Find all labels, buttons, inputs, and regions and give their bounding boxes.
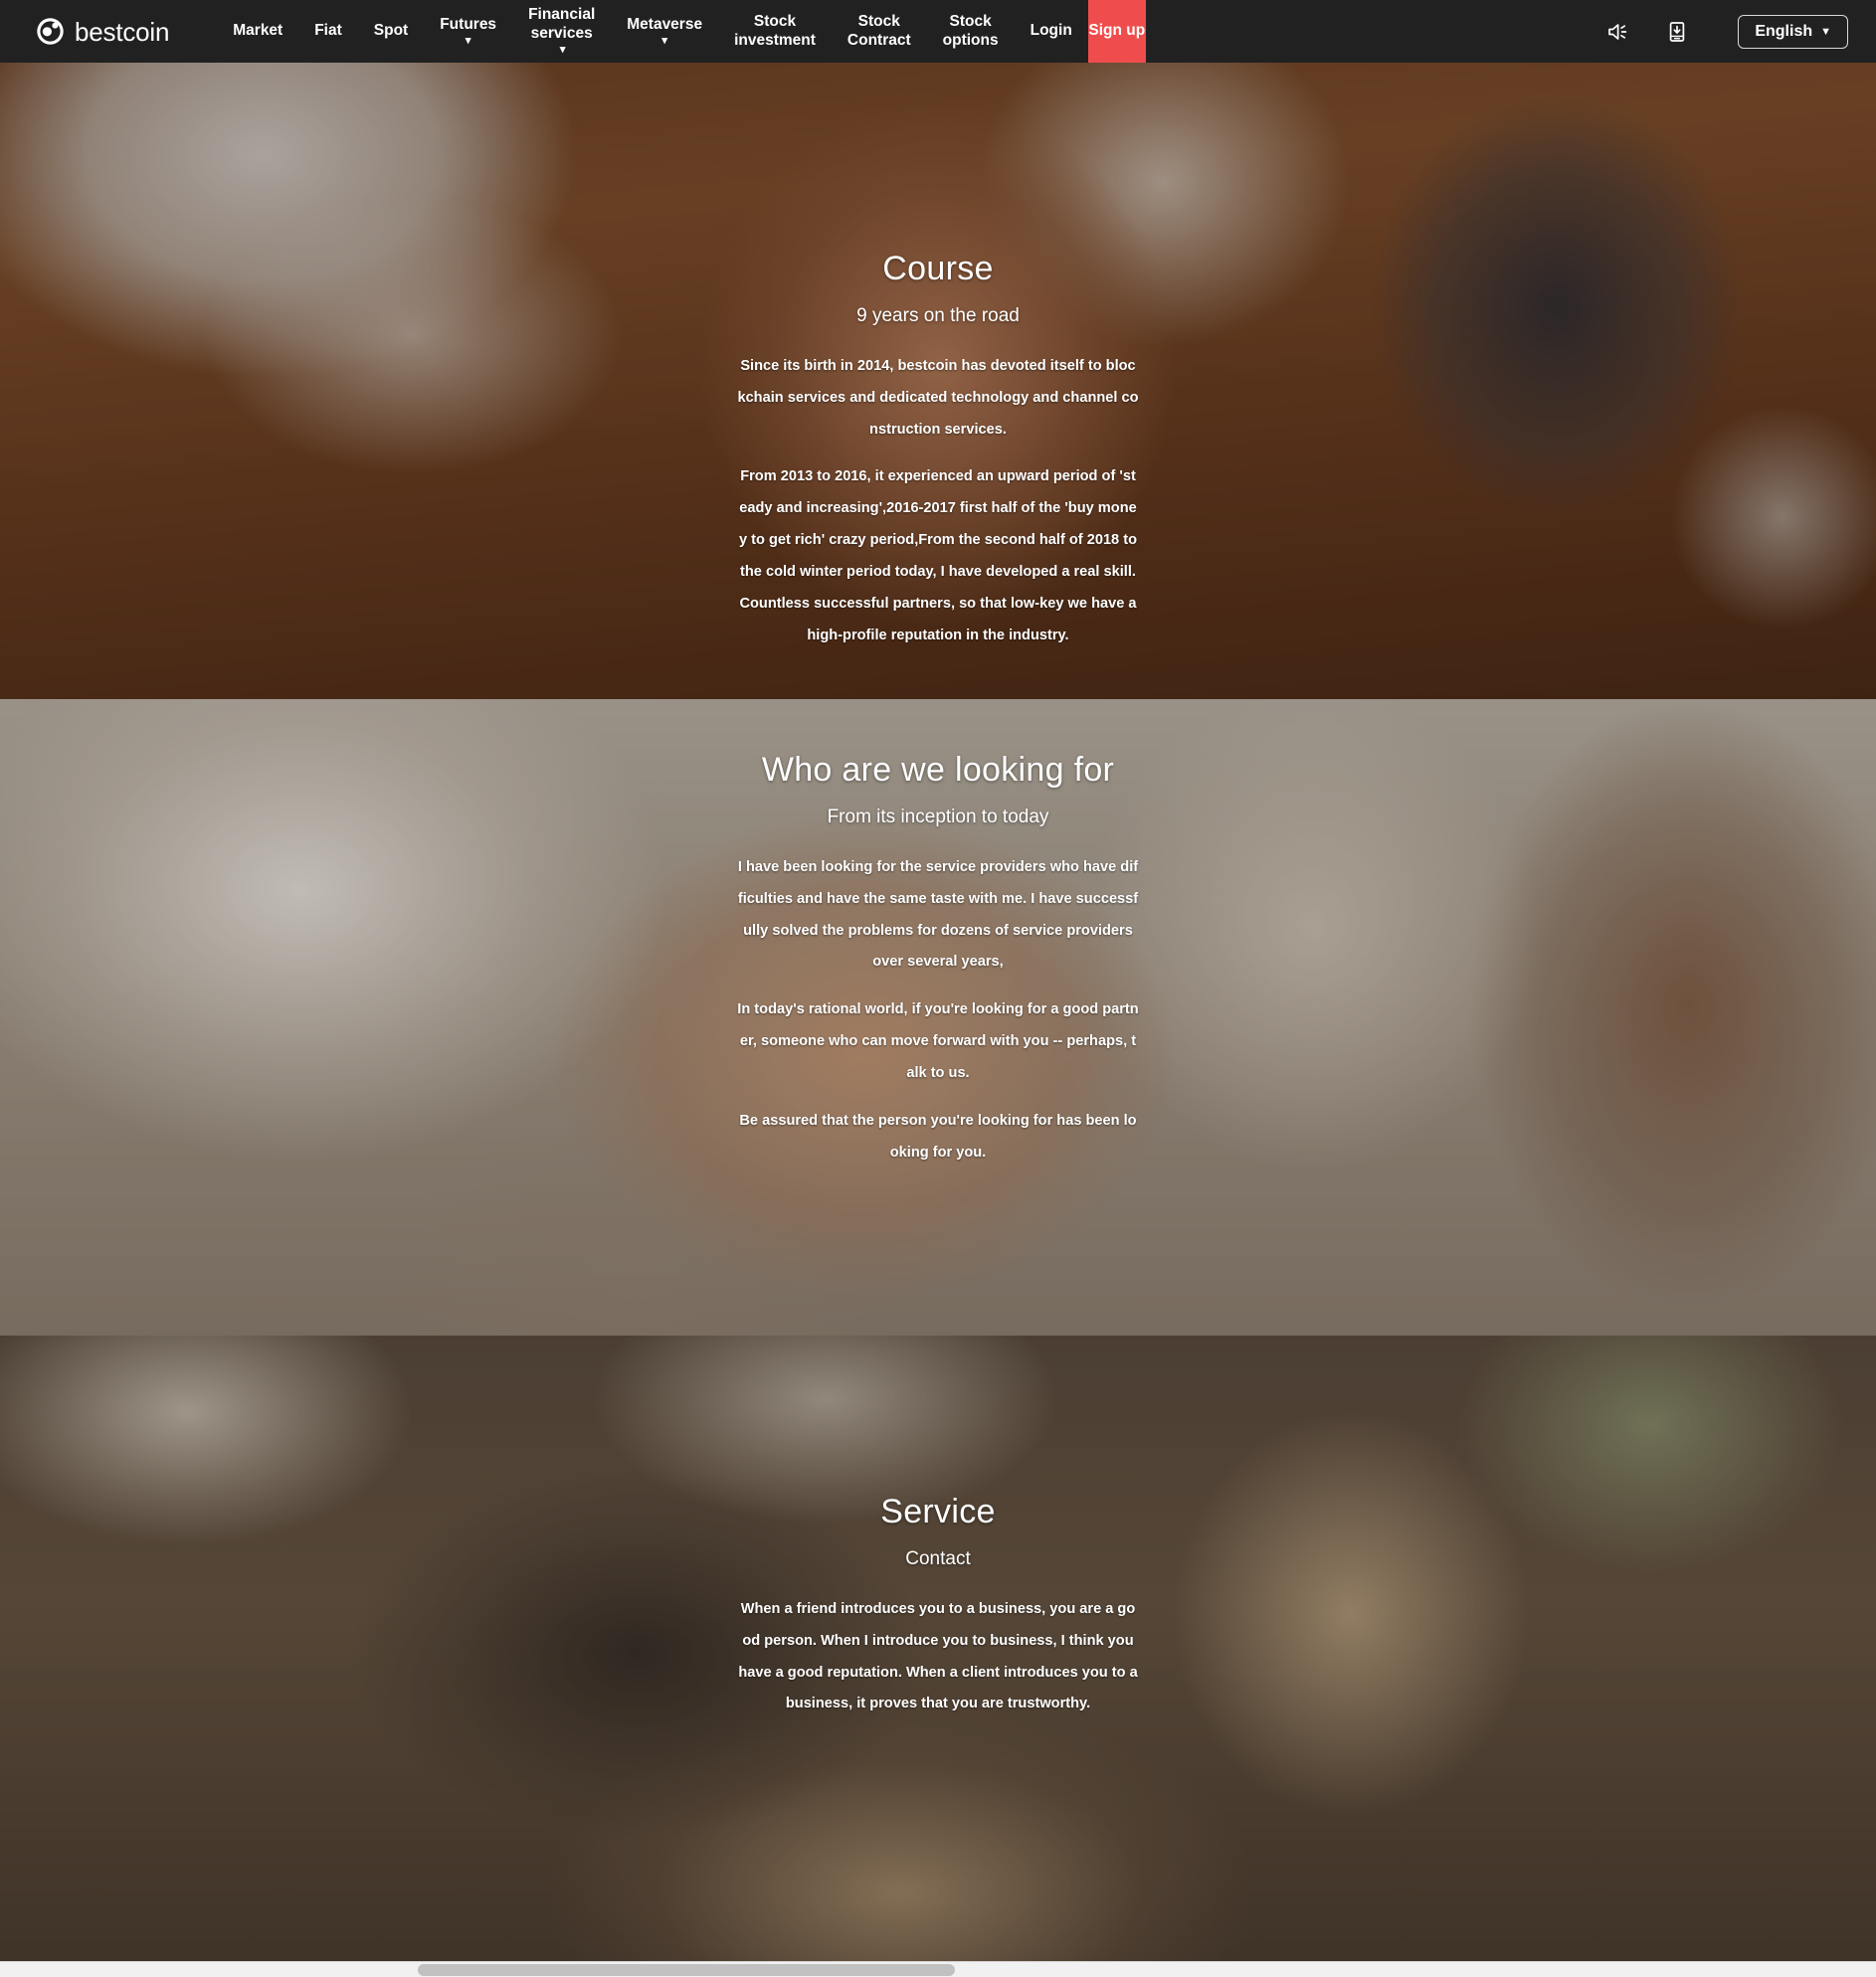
section-course-paragraph: From 2013 to 2016, it experienced an upw…: [738, 468, 1138, 643]
nav-item-label: Futures: [440, 15, 497, 33]
nav-item-label: Spot: [373, 22, 409, 40]
language-label: English: [1755, 22, 1813, 40]
section-service-paragraphs: When a friend introduces you to a busine…: [737, 1594, 1139, 1720]
nav-item-label: Metaverse: [627, 15, 703, 33]
chevron-down-icon: ▾: [465, 35, 471, 48]
language-selector[interactable]: English ▼: [1738, 14, 1848, 49]
section-service-content: Service Contact When a friend introduces…: [0, 1493, 1876, 1720]
nav-item-label: Login: [1030, 22, 1072, 40]
nav-item-label: Financial services: [528, 5, 596, 42]
nav-item-label: Stock options: [942, 12, 999, 49]
top-navigation-bar: bestcoin Market Fiat Spot Futures ▾ Fina…: [0, 0, 1876, 63]
sign-up-button[interactable]: Sign up: [1087, 0, 1146, 63]
section-course-subtitle: 9 years on the road: [856, 305, 1020, 326]
brand-name: bestcoin: [75, 16, 170, 47]
download-app-icon[interactable]: [1660, 15, 1694, 49]
section-who-are-we-looking-for: Who are we looking for From its inceptio…: [0, 699, 1876, 1336]
section-who-paragraphs: I have been looking for the service prov…: [737, 852, 1139, 1168]
nav-item-fiat[interactable]: Fiat: [298, 0, 358, 63]
section-course: Course 9 years on the road Since its bir…: [0, 0, 1876, 699]
brand-logo[interactable]: bestcoin: [36, 17, 169, 46]
section-course-content: Course 9 years on the road Since its bir…: [0, 250, 1876, 651]
nav-item-futures[interactable]: Futures ▾: [424, 0, 512, 63]
section-course-paragraphs: Since its birth in 2014, bestcoin has de…: [737, 351, 1139, 651]
section-who-paragraph: Be assured that the person you're lookin…: [739, 1112, 1137, 1161]
nav-item-label: Stock investment: [734, 12, 816, 49]
nav-item-stock-options[interactable]: Stock options: [927, 0, 1015, 63]
section-who-content: Who are we looking for From its inceptio…: [0, 751, 1876, 1168]
chevron-down-icon: ▼: [1820, 25, 1831, 38]
announcement-speaker-icon[interactable]: [1600, 15, 1634, 49]
section-course-paragraph: Since its birth in 2014, bestcoin has de…: [737, 358, 1139, 438]
horizontal-scrollbar[interactable]: [0, 1961, 1876, 1977]
nav-item-market[interactable]: Market: [217, 0, 298, 63]
nav-menu: Market Fiat Spot Futures ▾ Financial ser…: [217, 0, 1146, 63]
bestcoin-logo-icon: [36, 17, 65, 46]
nav-item-label: Fiat: [314, 22, 342, 40]
section-service-title: Service: [880, 1493, 996, 1530]
nav-item-login[interactable]: Login: [1015, 0, 1088, 63]
nav-item-label: Stock Contract: [846, 12, 911, 49]
nav-item-label: Market: [233, 22, 283, 40]
chevron-down-icon: ▾: [559, 43, 566, 56]
horizontal-scrollbar-thumb[interactable]: [418, 1964, 955, 1976]
section-who-paragraph: I have been looking for the service prov…: [737, 859, 1139, 971]
nav-item-metaverse[interactable]: Metaverse ▾: [611, 0, 718, 63]
nav-item-stock-investment[interactable]: Stock investment: [718, 0, 832, 63]
section-service: Service Contact When a friend introduces…: [0, 1336, 1876, 1969]
nav-item-financial-services[interactable]: Financial services ▾: [512, 0, 611, 63]
section-who-title: Who are we looking for: [761, 751, 1115, 789]
nav-utility-area: English ▼: [1600, 14, 1848, 49]
section-service-paragraph: When a friend introduces you to a busine…: [738, 1601, 1138, 1712]
section-who-subtitle: From its inception to today: [827, 807, 1049, 827]
section-service-subtitle: Contact: [905, 1548, 971, 1569]
chevron-down-icon: ▾: [661, 35, 667, 48]
nav-item-spot[interactable]: Spot: [358, 0, 424, 63]
section-who-paragraph: In today's rational world, if you're loo…: [737, 1001, 1139, 1081]
section-course-title: Course: [882, 250, 994, 287]
nav-item-stock-contract[interactable]: Stock Contract: [832, 0, 927, 63]
